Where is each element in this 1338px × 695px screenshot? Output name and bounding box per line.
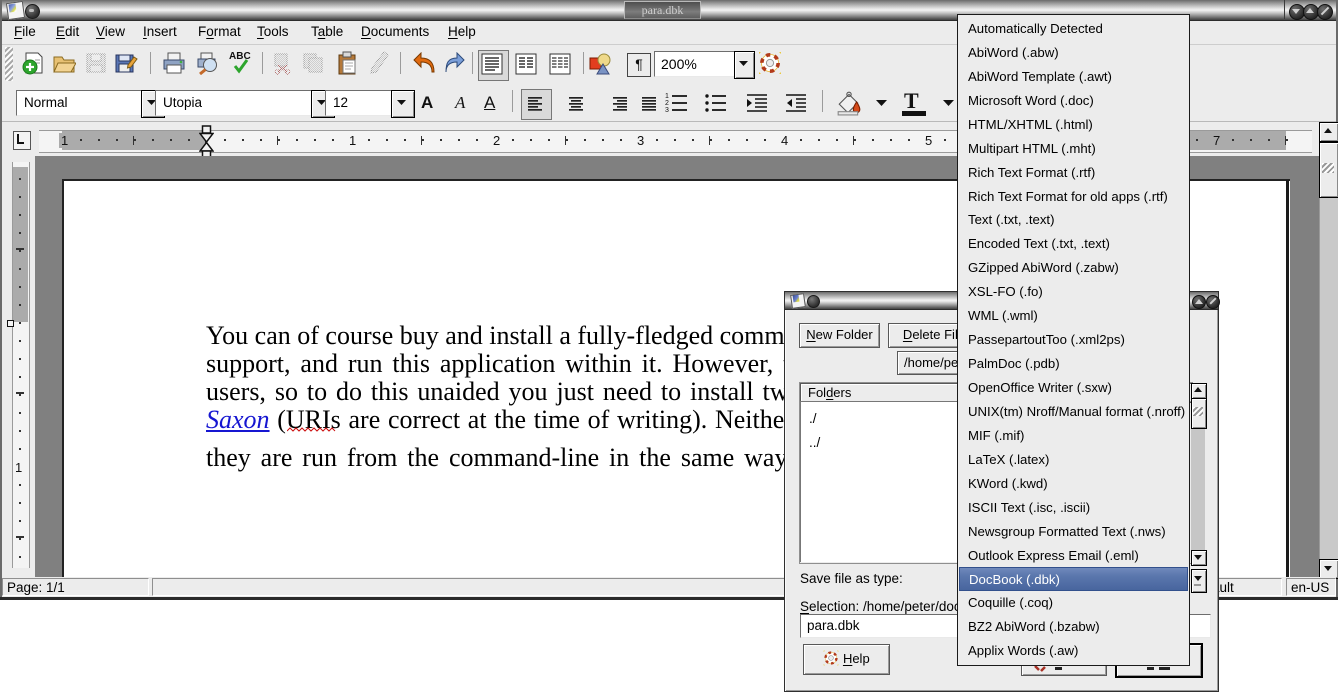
- svg-text:1: 1: [665, 93, 669, 100]
- svg-text:2: 2: [665, 100, 669, 107]
- svg-text:3: 3: [665, 107, 669, 114]
